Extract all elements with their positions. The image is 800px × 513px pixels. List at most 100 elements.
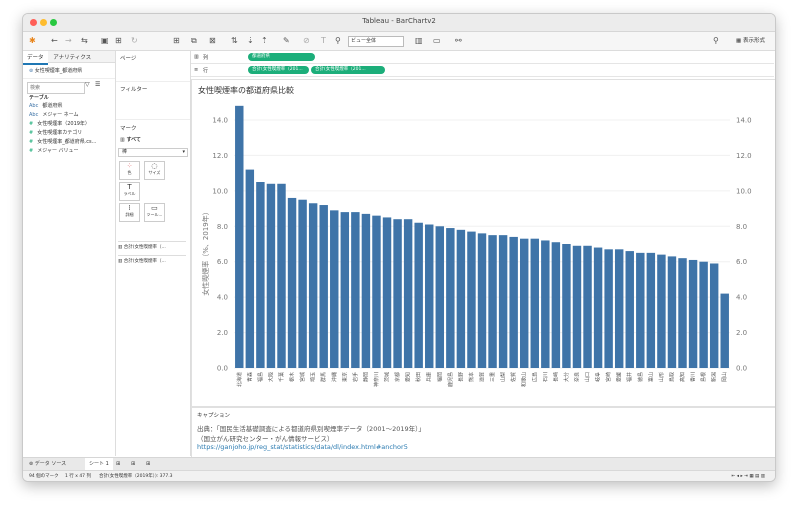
field-item[interactable]: Abc 都道府県 (23, 102, 115, 111)
bar[interactable] (551, 242, 561, 368)
bar[interactable] (699, 261, 708, 368)
mark-type-select[interactable]: 棒 ▾ (118, 148, 188, 157)
filter-icon[interactable]: ▽ (85, 81, 90, 88)
view-toggle-icon[interactable]: ☰ (95, 81, 100, 88)
swap-icon[interactable]: ⇅ (231, 36, 238, 46)
color-button[interactable]: ⁘ 色 (119, 161, 140, 180)
presentation-icon[interactable]: ▭ (433, 36, 441, 46)
field-item[interactable]: Abc メジャー ネーム (23, 111, 115, 120)
bar[interactable] (361, 213, 371, 368)
bar[interactable] (667, 256, 677, 368)
marks-sum1-card[interactable]: ▥ 合計(女性喫煙率（... (118, 241, 186, 253)
sort-desc-icon[interactable]: ⇡ (261, 36, 268, 46)
highlight-icon[interactable]: ✎ (283, 36, 290, 46)
bar[interactable] (456, 229, 466, 368)
forward-icon[interactable]: → (65, 36, 72, 46)
bar[interactable] (372, 215, 381, 368)
bar[interactable] (446, 228, 455, 368)
back-icon[interactable]: ← (51, 36, 58, 46)
bar[interactable] (530, 238, 539, 368)
bar[interactable] (425, 224, 434, 368)
clear-icon[interactable]: ⊠ (209, 36, 216, 46)
save-icon[interactable]: ▣ (101, 36, 109, 46)
group-icon[interactable]: ⊘ (303, 36, 310, 46)
bar[interactable] (467, 231, 476, 368)
bar[interactable] (541, 240, 550, 368)
marks-sum2-card[interactable]: ▥ 合計(女性喫煙率（... (118, 255, 186, 267)
pin-icon[interactable]: ⚲ (335, 36, 341, 46)
new-datasource-icon[interactable]: ⊞ (115, 36, 122, 46)
bar[interactable] (614, 249, 624, 368)
bar[interactable] (509, 236, 518, 368)
bar[interactable] (235, 105, 244, 369)
bar[interactable] (435, 226, 445, 368)
tab-datasource[interactable]: ⊚ データ ソース (29, 458, 66, 470)
bar[interactable] (636, 252, 645, 368)
tableau-logo-icon[interactable]: ✱ (29, 36, 36, 46)
tooltip-button[interactable]: ▭ ツール... (143, 203, 165, 222)
row-pill-1[interactable]: 合計(女性喫煙率（201... (248, 66, 309, 74)
chart-icon[interactable]: ▥ (415, 36, 423, 46)
new-sheet-icon[interactable]: ⊞ (173, 36, 180, 46)
field-item[interactable]: # 女性喫煙率カテゴリ (23, 129, 115, 138)
new-story-tab-icon[interactable]: ⊞ (146, 458, 150, 470)
rows-shelf[interactable]: ≡ 行 合計(女性喫煙率（201... 合計(女性喫煙率（201... (191, 65, 774, 77)
field-item[interactable]: # 女性喫煙率_都道府県.cs... (23, 138, 115, 147)
label-icon[interactable]: T (321, 36, 326, 46)
bar[interactable] (678, 258, 687, 368)
bar[interactable] (720, 293, 729, 368)
bar[interactable] (266, 183, 276, 368)
bar[interactable] (604, 249, 613, 368)
column-pill-prefecture[interactable]: 都道府県 (248, 53, 315, 61)
bar[interactable] (287, 197, 297, 368)
bar[interactable] (583, 245, 592, 368)
bar[interactable] (330, 210, 339, 368)
field-item[interactable]: # メジャー バリュー (23, 147, 115, 156)
bar[interactable] (625, 251, 634, 368)
caption-link[interactable]: https://ganjoho.jp/reg_stat/statistics/d… (197, 443, 408, 451)
bar[interactable] (519, 238, 529, 368)
bar[interactable] (657, 254, 666, 368)
search-input[interactable] (27, 82, 85, 94)
tab-sheet1[interactable]: シート 1 (85, 458, 113, 470)
label-button[interactable]: T ラベル (119, 182, 140, 201)
bar[interactable] (382, 217, 392, 368)
bar[interactable] (393, 219, 402, 368)
bar[interactable] (308, 203, 318, 368)
new-sheet-tab-icon[interactable]: ⊞ (116, 458, 120, 470)
bar[interactable] (593, 247, 603, 368)
bar[interactable] (414, 222, 423, 368)
bar[interactable] (488, 235, 497, 368)
bar[interactable] (403, 219, 413, 368)
duplicate-icon[interactable]: ⧉ (191, 36, 197, 46)
row-pill-2[interactable]: 合計(女性喫煙率（201... (311, 66, 385, 74)
bar[interactable] (298, 199, 307, 368)
share-icon[interactable]: ⚯ (455, 36, 462, 46)
tab-data[interactable]: データ (23, 51, 48, 65)
show-me-button[interactable]: ▦ 表示形式 (736, 36, 765, 44)
bar[interactable] (277, 183, 286, 368)
bar[interactable] (646, 252, 656, 368)
bar[interactable] (688, 259, 698, 368)
datasource-item[interactable]: ⊚ 女性喫煙率_都道府県 (23, 63, 115, 79)
tab-analytics[interactable]: アナリティクス (49, 51, 95, 63)
new-dashboard-tab-icon[interactable]: ⊞ (131, 458, 135, 470)
bar[interactable] (572, 245, 582, 368)
columns-shelf[interactable]: ▥ 列 都道府県 (191, 52, 774, 64)
bar[interactable] (477, 233, 487, 368)
refresh-icon[interactable]: ↻ (131, 36, 138, 46)
pin-toolbar-icon[interactable]: ⚲ (713, 36, 719, 46)
bar[interactable] (256, 182, 265, 368)
bar[interactable] (245, 169, 255, 368)
bar[interactable] (319, 205, 328, 368)
view-fit-select[interactable]: ビュー全体 (348, 36, 404, 47)
bar[interactable] (498, 235, 508, 368)
bar[interactable] (709, 263, 719, 368)
detail-button[interactable]: ⁞ 詳細 (119, 203, 140, 222)
datasource-icon[interactable]: ⇆ (81, 36, 88, 46)
bar[interactable] (340, 212, 350, 368)
field-item[interactable]: # 女性喫煙率（2019年） (23, 120, 115, 129)
size-button[interactable]: ◌ サイズ (143, 161, 165, 180)
sort-asc-icon[interactable]: ⇣ (247, 36, 254, 46)
bar[interactable] (562, 244, 571, 368)
